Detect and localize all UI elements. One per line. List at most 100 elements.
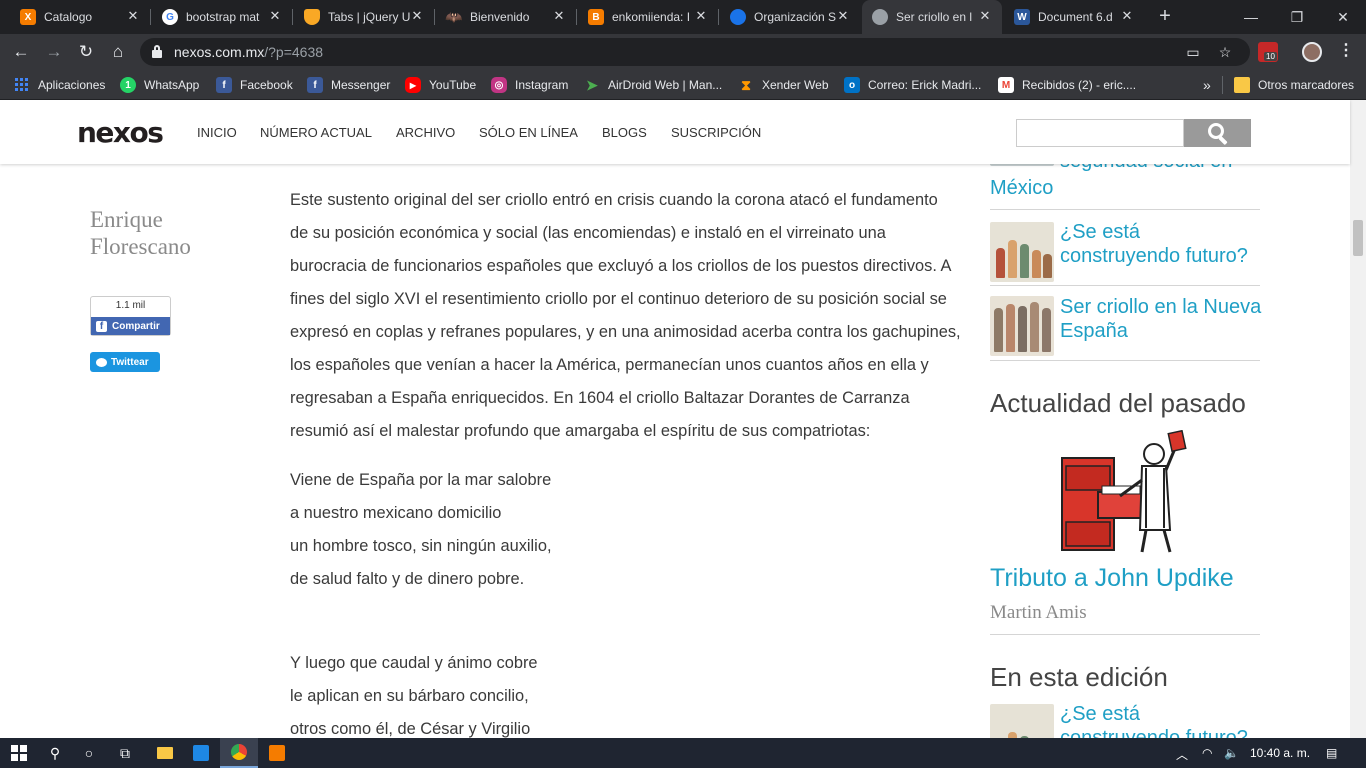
wifi-icon[interactable]: ◠ [1202, 746, 1212, 760]
facebook-share-button[interactable]: f Compartir [91, 317, 170, 335]
youtube-icon: ▶ [405, 77, 421, 93]
nav-solo-en-linea[interactable]: SÓLO EN LÍNEA [479, 125, 578, 140]
sidebar-link-futuro[interactable]: ¿Se está construyendo futuro? [1060, 220, 1265, 268]
xampp-icon[interactable] [258, 738, 296, 768]
new-tab-icon[interactable]: + [1155, 6, 1175, 26]
nav-numero-actual[interactable]: NÚMERO ACTUAL [260, 125, 372, 140]
bookmark-aplicaciones[interactable]: Aplicaciones [14, 76, 105, 94]
poem-line: a nuestro mexicano domicilio [290, 504, 502, 522]
page-icon [872, 9, 888, 25]
outlook-icon: o [844, 77, 860, 93]
home-icon[interactable]: ⌂ [107, 41, 129, 63]
close-icon[interactable]: ✕ [978, 9, 992, 23]
facebook-share-widget: 1.1 mil f Compartir [90, 296, 171, 336]
tweet-button[interactable]: Twittear [90, 352, 160, 372]
minimize-icon[interactable]: — [1228, 0, 1274, 34]
tab-organizacion[interactable]: Organización S ✕ [720, 0, 860, 34]
bookmark-facebook[interactable]: f Facebook [216, 76, 293, 94]
star-icon[interactable]: ☆ [1216, 43, 1234, 61]
thumbnail-image-criollo[interactable] [990, 296, 1054, 356]
nav-archivo[interactable]: ARCHIVO [396, 125, 455, 140]
section-heading-edicion: En esta edición [990, 662, 1168, 692]
tab-document[interactable]: W Document 6.d ✕ [1004, 0, 1144, 34]
notifications-icon[interactable]: ▤ [1326, 746, 1337, 760]
bookmark-label: Recibidos (2) - eric.... [1022, 78, 1137, 92]
tab-catalogo[interactable]: X Catalogo ✕ [10, 0, 150, 34]
nav-blogs[interactable]: BLOGS [602, 125, 647, 140]
close-icon[interactable]: ✕ [126, 9, 140, 23]
nav-suscripcion[interactable]: SUSCRIPCIÓN [671, 125, 761, 140]
site-search-input[interactable] [1016, 119, 1184, 147]
close-window-icon[interactable]: ✕ [1320, 0, 1366, 34]
bookmark-xender[interactable]: ⧗ Xender Web [738, 76, 829, 94]
airdroid-icon: ➤ [586, 76, 598, 93]
blogger-icon: B [588, 9, 604, 25]
tab-bienvenido[interactable]: 🦇 Bienvenido ✕ [436, 0, 576, 34]
clock[interactable]: 10:40 a. m. [1250, 746, 1310, 760]
url-path: /?p=4638 [264, 44, 324, 60]
close-icon[interactable]: ✕ [1120, 9, 1134, 23]
bookmark-whatsapp[interactable]: 1 WhatsApp [120, 76, 199, 94]
sidebar-link-criollo[interactable]: Ser criollo en la Nueva España [1060, 295, 1265, 343]
search-icon[interactable]: ⚲ [36, 738, 74, 768]
bookmark-airdroid[interactable]: ➤ AirDroid Web | Man... [584, 76, 722, 94]
scrollbar-thumb[interactable] [1353, 220, 1363, 256]
close-icon[interactable]: ✕ [694, 9, 708, 23]
thumbnail-image-futuro[interactable] [990, 222, 1054, 282]
reload-icon[interactable]: ↻ [75, 41, 97, 63]
sidebar-link-futuro-2[interactable]: ¿Se está construyendo futuro? [1060, 702, 1265, 738]
author-last-name: Florescano [90, 234, 191, 259]
tab-label: Tabs | jQuery U [328, 10, 410, 24]
start-icon[interactable] [0, 738, 38, 768]
close-icon[interactable]: ✕ [552, 9, 566, 23]
back-icon[interactable]: ← [10, 41, 32, 63]
bookmark-messenger[interactable]: f Messenger [307, 76, 390, 94]
tab-bootstrap[interactable]: G bootstrap mat ✕ [152, 0, 292, 34]
divider [990, 285, 1260, 286]
feature-author[interactable]: Martin Amis [990, 602, 1087, 624]
feature-title-link[interactable]: Tributo a John Updike [990, 564, 1234, 593]
cast-icon[interactable]: ▭ [1184, 43, 1202, 61]
bookmark-label: Messenger [331, 78, 391, 92]
bookmark-correo[interactable]: o Correo: Erick Madri... [844, 76, 981, 94]
browser-toolbar: ← → ↻ ⌂ nexos.com.mx/?p=4638 ▭ ☆ [0, 34, 1366, 70]
lock-icon[interactable] [152, 45, 162, 58]
close-icon[interactable]: ✕ [836, 9, 850, 23]
bookmark-recibidos[interactable]: M Recibidos (2) - eric.... [998, 76, 1136, 94]
vscode-icon[interactable] [182, 738, 220, 768]
nav-inicio[interactable]: INICIO [197, 125, 237, 140]
volume-icon[interactable]: 🔈 [1224, 746, 1239, 760]
chrome-icon[interactable] [220, 738, 258, 768]
close-icon[interactable]: ✕ [268, 9, 282, 23]
bookmark-otros-marcadores[interactable]: Otros marcadores [1234, 76, 1354, 94]
thumbnail-image-futuro-2[interactable] [990, 704, 1054, 738]
bookmark-label: Xender Web [762, 78, 829, 92]
page-scrollbar[interactable] [1350, 100, 1366, 738]
feature-illustration[interactable] [1058, 430, 1190, 556]
poem-stanza-1: Viene de España por la mar salobre a nue… [290, 464, 890, 596]
file-explorer-icon[interactable] [146, 738, 184, 768]
bookmarks-overflow-icon[interactable]: » [1203, 76, 1211, 94]
task-view-icon[interactable]: ⧉ [106, 738, 144, 768]
address-bar[interactable]: nexos.com.mx/?p=4638 ▭ ☆ [140, 38, 1250, 66]
bookmark-youtube[interactable]: ▶ YouTube [405, 76, 476, 94]
tab-jquery[interactable]: Tabs | jQuery U ✕ [294, 0, 434, 34]
paragraph-line: fines del siglo XVI el resentimiento cri… [290, 290, 947, 308]
site-search-button[interactable] [1184, 119, 1251, 147]
poem-line: un hombre tosco, sin ningún auxilio, [290, 537, 552, 555]
windows-taskbar: ⚲ ○ ⧉ ︿ ◠ 🔈 10:40 a. m. ▤ [0, 738, 1366, 768]
menu-icon[interactable]: ⋮ [1338, 40, 1354, 62]
profile-avatar[interactable] [1302, 42, 1322, 62]
bookmark-label: Otros marcadores [1258, 78, 1355, 92]
forward-icon[interactable]: → [43, 41, 65, 63]
bookmark-instagram[interactable]: ◎ Instagram [491, 76, 568, 94]
close-icon[interactable]: ✕ [410, 9, 424, 23]
restore-icon[interactable]: ❐ [1274, 0, 1320, 34]
poem-line: Viene de España por la mar salobre [290, 471, 552, 489]
author-name[interactable]: Enrique Florescano [90, 206, 260, 260]
cortana-icon[interactable]: ○ [70, 738, 108, 768]
tab-enkomiienda[interactable]: B enkomiienda: I ✕ [578, 0, 718, 34]
tab-ser-criollo[interactable]: Ser criollo en l ✕ [862, 0, 1002, 34]
show-hidden-icons-icon[interactable]: ︿ [1176, 746, 1188, 762]
site-logo[interactable]: nexos [77, 116, 164, 149]
